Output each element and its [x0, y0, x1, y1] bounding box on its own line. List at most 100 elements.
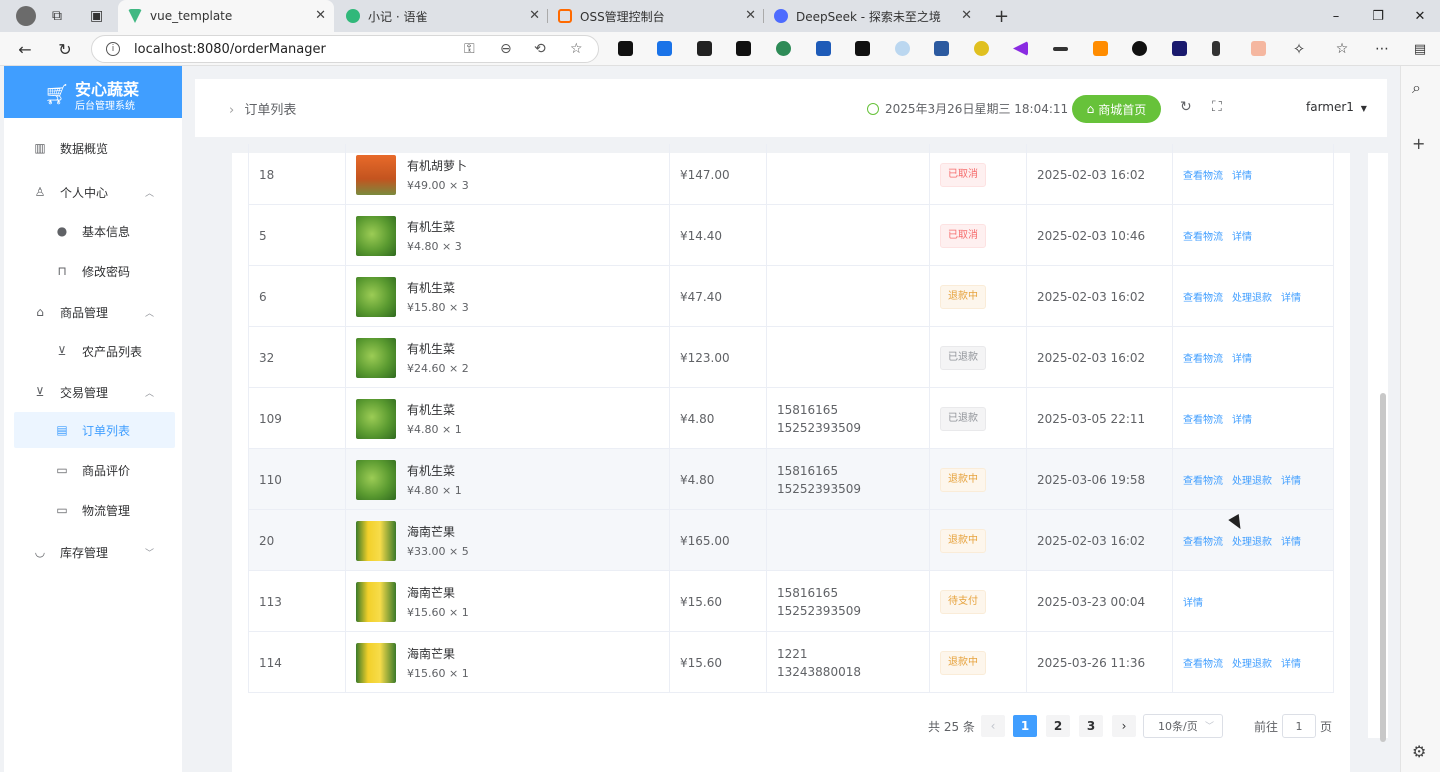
sidebar-toggle-icon[interactable]: ▤: [1408, 37, 1432, 61]
action-link[interactable]: 查看物流: [1183, 289, 1223, 304]
next-page-button[interactable]: ›: [1112, 715, 1136, 737]
extension-icon-12[interactable]: [1053, 47, 1068, 51]
action-link[interactable]: 详情: [1281, 533, 1301, 548]
mall-home-button[interactable]: ⌂ 商城首页: [1072, 95, 1161, 123]
close-tab-icon[interactable]: ✕: [315, 8, 326, 23]
extension-icon-8[interactable]: [895, 41, 910, 56]
extension-icon-11[interactable]: [1013, 41, 1028, 56]
action-link[interactable]: 查看物流: [1183, 533, 1223, 548]
caret-down-icon: ▼: [1360, 104, 1367, 113]
tab-deepseek[interactable]: DeepSeek - 探索未至之境 ✕: [764, 0, 980, 32]
search-icon[interactable]: ⌕: [1412, 78, 1421, 98]
extension-icon-17[interactable]: [1251, 41, 1266, 56]
more-menu-icon[interactable]: ⋯: [1370, 37, 1394, 61]
workspaces-icon[interactable]: ⧉: [42, 0, 72, 32]
page-size-select[interactable]: 10条/页 ﹀: [1143, 714, 1223, 738]
sidebar-item-reviews[interactable]: ▭ 商品评价: [4, 452, 182, 488]
action-link[interactable]: 处理退款: [1232, 655, 1272, 670]
close-window-icon[interactable]: ✕: [1398, 0, 1440, 32]
action-link[interactable]: 详情: [1281, 655, 1301, 670]
action-link[interactable]: 处理退款: [1232, 289, 1272, 304]
refresh-icon[interactable]: ↻: [53, 37, 77, 61]
extension-icon-1[interactable]: [618, 41, 633, 56]
info-icon: ●: [56, 224, 68, 238]
close-tab-icon[interactable]: ✕: [961, 8, 972, 23]
action-link[interactable]: 查看物流: [1183, 472, 1223, 487]
sidebar-item-overview[interactable]: ▥ 数据概览: [4, 130, 182, 166]
sidebar-item-personal[interactable]: ♙ 个人中心 ︿: [4, 174, 182, 210]
page-button-2[interactable]: 2: [1046, 715, 1070, 737]
page-scrollbar-thumb[interactable]: [1380, 393, 1386, 742]
extension-icon-6[interactable]: [816, 41, 831, 56]
back-arrow-icon[interactable]: ←: [13, 37, 37, 61]
action-link[interactable]: 处理退款: [1232, 533, 1272, 548]
action-link[interactable]: 处理退款: [1232, 472, 1272, 487]
extension-icon-3[interactable]: [697, 41, 712, 56]
zoom-icon[interactable]: ⊖: [500, 41, 512, 57]
extension-icon-16[interactable]: [1212, 41, 1220, 56]
extension-icon-15[interactable]: [1172, 41, 1187, 56]
order-id-cell: 18: [248, 144, 345, 205]
sidebar-item-goods[interactable]: ⌂ 商品管理 ︿: [4, 294, 182, 330]
action-link[interactable]: 详情: [1232, 228, 1252, 243]
translate-icon[interactable]: ⟲: [534, 41, 546, 57]
settings-gear-icon[interactable]: ⚙: [1412, 742, 1426, 761]
action-link[interactable]: 查看物流: [1183, 350, 1223, 365]
address-bar[interactable]: i localhost:8080/orderManager ⚿ ⊖ ⟲ ☆: [91, 35, 599, 63]
extension-icon-2[interactable]: [657, 41, 672, 56]
favorite-star-icon[interactable]: ☆: [570, 41, 583, 57]
key-icon[interactable]: ⚿: [464, 41, 475, 57]
close-tab-icon[interactable]: ✕: [745, 8, 756, 23]
sidebar-item-trade[interactable]: ⊻ 交易管理 ︿: [4, 374, 182, 410]
sidebar-item-change-password[interactable]: ⊓ 修改密码: [4, 253, 182, 289]
sidebar-item-basic-info[interactable]: ● 基本信息: [4, 213, 182, 249]
sidebar-item-stock[interactable]: ◡ 库存管理 ﹀: [4, 534, 182, 570]
add-panel-icon[interactable]: +: [1412, 134, 1425, 153]
tab-actions-icon[interactable]: ▣: [80, 0, 110, 32]
action-link[interactable]: 详情: [1281, 289, 1301, 304]
sidebar-item-logistics[interactable]: ▭ 物流管理: [4, 492, 182, 528]
tab-vue-template[interactable]: vue_template ✕: [118, 0, 334, 32]
user-dropdown[interactable]: farmer1 ▼: [1306, 100, 1367, 114]
sidebar-item-label: 库存管理: [60, 545, 109, 560]
new-tab-icon[interactable]: +: [984, 0, 1014, 32]
refresh-icon[interactable]: ↻: [1180, 99, 1192, 115]
tab-yuque[interactable]: 小记 · 语雀 ✕: [336, 0, 548, 32]
sidebar-item-order-list[interactable]: ▤ 订单列表: [14, 412, 175, 448]
contact-phone-1: 15816165: [777, 585, 839, 600]
prev-page-button[interactable]: ‹: [981, 715, 1005, 737]
action-link[interactable]: 详情: [1232, 167, 1252, 182]
extension-icon-4[interactable]: [736, 41, 751, 56]
restore-icon[interactable]: ❐: [1356, 0, 1400, 32]
action-link[interactable]: 查看物流: [1183, 228, 1223, 243]
profile-avatar[interactable]: [6, 0, 38, 32]
action-link[interactable]: 查看物流: [1183, 411, 1223, 426]
close-tab-icon[interactable]: ✕: [529, 8, 540, 23]
action-link[interactable]: 详情: [1232, 411, 1252, 426]
minimize-icon[interactable]: –: [1314, 0, 1358, 32]
extensions-puzzle-icon[interactable]: ✧: [1287, 37, 1311, 61]
extension-icon-13[interactable]: [1093, 41, 1108, 56]
page-button-3[interactable]: 3: [1079, 715, 1103, 737]
tab-oss[interactable]: OSS管理控制台 ✕: [548, 0, 764, 32]
action-link[interactable]: 详情: [1281, 472, 1301, 487]
action-link[interactable]: 查看物流: [1183, 167, 1223, 182]
fullscreen-icon[interactable]: ⛶: [1212, 99, 1222, 115]
favorites-icon[interactable]: ☆: [1330, 37, 1354, 61]
site-info-icon[interactable]: i: [106, 42, 120, 56]
extension-icon-7[interactable]: [855, 41, 870, 56]
goto-page-input[interactable]: 1: [1282, 714, 1316, 738]
chevron-up-icon: ︿: [144, 188, 154, 199]
contact-cell: [766, 327, 929, 388]
page-button-1[interactable]: 1: [1013, 715, 1037, 737]
extension-icon-10[interactable]: [974, 41, 989, 56]
action-link[interactable]: 查看物流: [1183, 655, 1223, 670]
extension-icon-14[interactable]: [1132, 41, 1147, 56]
sidebar-item-product-list[interactable]: ⊻ 农产品列表: [4, 333, 182, 369]
pagination-total: 共 25 条: [928, 719, 975, 734]
extension-icon-9[interactable]: [934, 41, 949, 56]
status-badge: 退款中: [940, 650, 986, 675]
action-link[interactable]: 详情: [1232, 350, 1252, 365]
extension-icon-5[interactable]: [776, 41, 791, 56]
action-link[interactable]: 详情: [1183, 594, 1203, 609]
